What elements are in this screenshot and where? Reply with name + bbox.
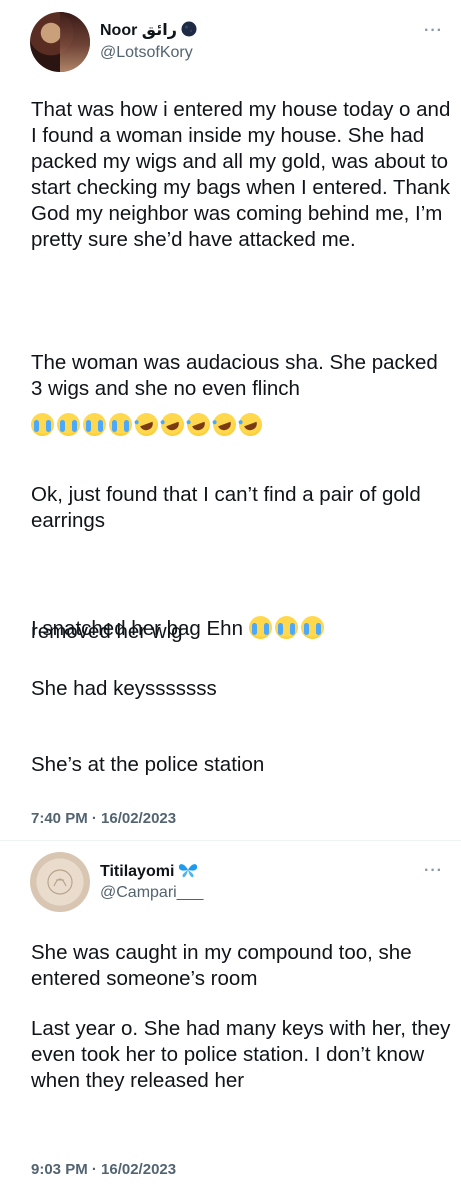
more-options-icon[interactable]: ··· [424, 22, 443, 40]
loudly-crying-face-icon [83, 413, 106, 436]
logo-mark-icon [47, 869, 73, 895]
user-avatar[interactable] [30, 12, 90, 72]
rolling-on-floor-laughing-icon [131, 409, 162, 440]
tweet-timestamp[interactable]: 7:40 PM · 16/02/2023 [31, 810, 176, 827]
tweet-timestamp[interactable]: 9:03 PM · 16/02/2023 [31, 1161, 176, 1178]
user-handle[interactable]: @Campari___ [100, 884, 203, 902]
rolling-on-floor-laughing-icon [209, 409, 240, 440]
rolling-on-floor-laughing-icon [157, 409, 188, 440]
tweet-paragraph: Ok, just found that I can’t find a pair … [31, 483, 421, 532]
tweet-paragraph: That was how i entered my house today o … [31, 98, 451, 251]
butterfly-emoji-icon [179, 864, 198, 878]
user-avatar[interactable] [30, 852, 90, 912]
display-name[interactable]: Titilayomi [100, 862, 198, 881]
moon-emoji-icon [181, 21, 197, 37]
tweet-paragraph: removed her wig [31, 620, 183, 643]
loudly-crying-face-icon [57, 413, 80, 436]
tweet-paragraph: She’s at the police station [31, 753, 265, 776]
tweet-paragraph: She was caught in my compound too, she e… [31, 941, 412, 990]
display-name[interactable]: Noor رائق [100, 20, 197, 40]
loudly-crying-face-icon [31, 413, 54, 436]
tweet-paragraph: She had keysssssss [31, 677, 217, 700]
tweet-main: Noor رائق @LotsofKory ··· That was how i… [0, 0, 461, 835]
rolling-on-floor-laughing-icon [235, 409, 266, 440]
tweet-paragraph: The woman was audacious sha. She packed … [31, 351, 438, 400]
rolling-on-floor-laughing-icon [183, 409, 214, 440]
more-options-icon[interactable]: ··· [424, 862, 443, 880]
loudly-crying-face-icon [109, 413, 132, 436]
tweet-paragraph: Last year o. She had many keys with her,… [31, 1017, 451, 1092]
user-handle[interactable]: @LotsofKory [100, 44, 193, 62]
emoji-row [31, 409, 266, 440]
